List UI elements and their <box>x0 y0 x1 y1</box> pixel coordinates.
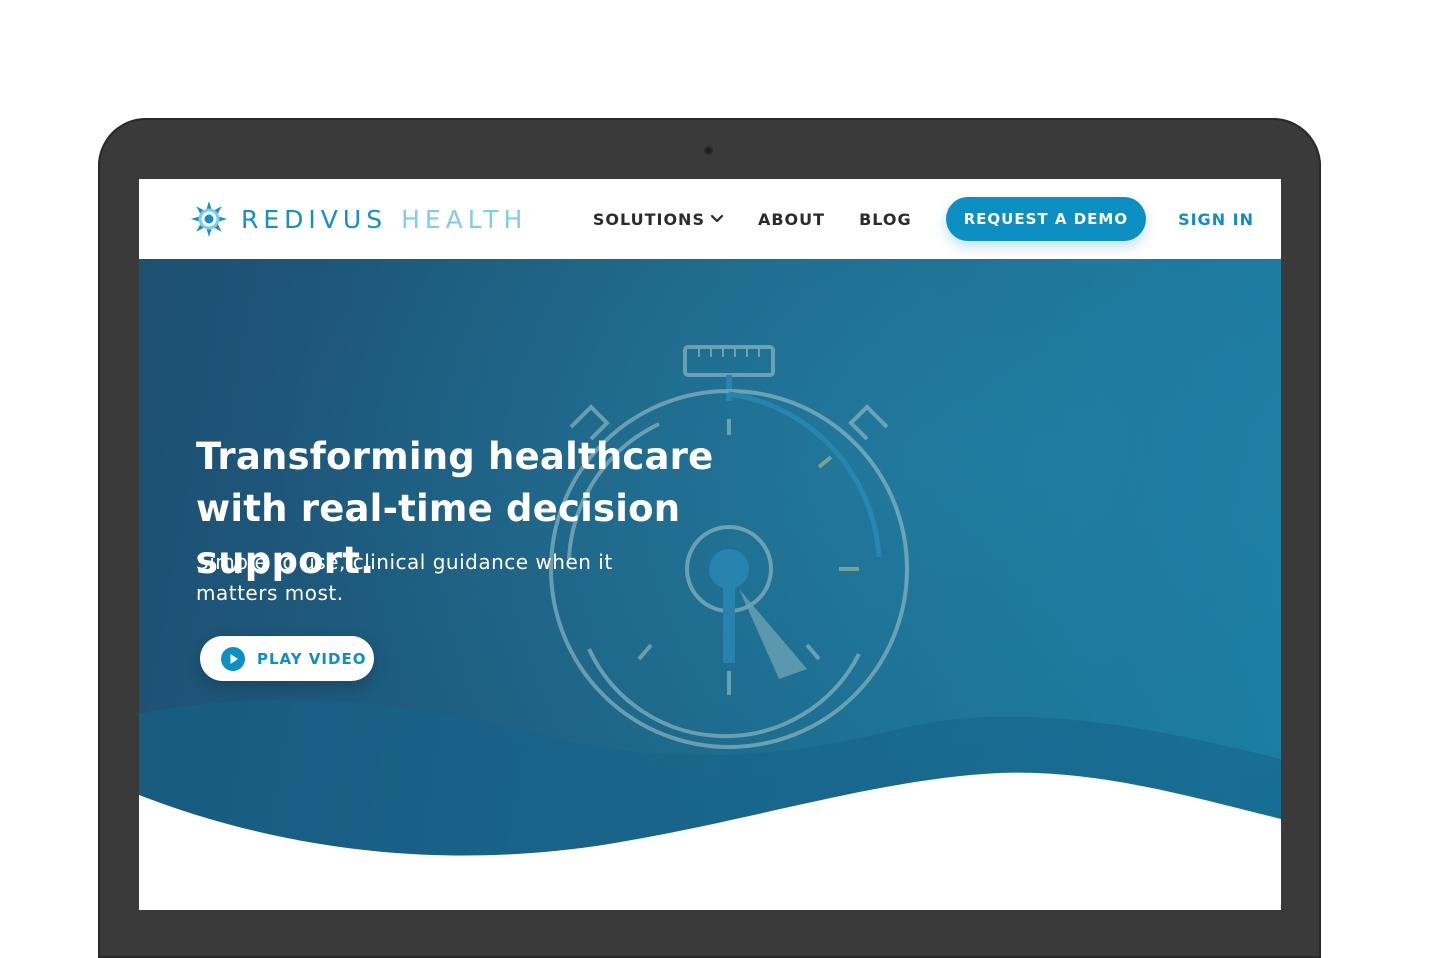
camera-dot <box>704 146 713 155</box>
nav-item-blog[interactable]: BLOG <box>859 210 912 229</box>
request-demo-label: REQUEST A DEMO <box>963 210 1129 228</box>
nav-item-about[interactable]: ABOUT <box>758 210 825 229</box>
nav-item-solutions[interactable]: SOLUTIONS <box>593 210 724 229</box>
hero-section: Transforming healthcare with real-time d… <box>139 259 1281 910</box>
hero-wave-divider <box>139 699 1281 910</box>
brand-logo[interactable]: REDIVUS HEALTH <box>189 199 527 239</box>
chevron-down-icon <box>710 214 724 223</box>
logo-text-primary: REDIVUS <box>241 204 388 234</box>
main-nav: SOLUTIONS ABOUT BLOG REQUEST A DEMO SIGN… <box>593 179 1281 259</box>
sign-in-link[interactable]: SIGN IN <box>1178 210 1254 229</box>
request-demo-button[interactable]: REQUEST A DEMO <box>945 197 1147 241</box>
logo-text-secondary: HEALTH <box>401 204 528 234</box>
site-header: REDIVUS HEALTH SOLUTIONS ABOUT BLOG REQU… <box>139 179 1281 259</box>
nav-item-blog-label: BLOG <box>859 209 912 229</box>
nav-item-about-label: ABOUT <box>757 209 826 229</box>
browser-viewport: REDIVUS HEALTH SOLUTIONS ABOUT BLOG REQU… <box>139 179 1281 910</box>
nav-item-solutions-label: SOLUTIONS <box>592 209 705 229</box>
logo-mark-icon <box>191 201 227 237</box>
